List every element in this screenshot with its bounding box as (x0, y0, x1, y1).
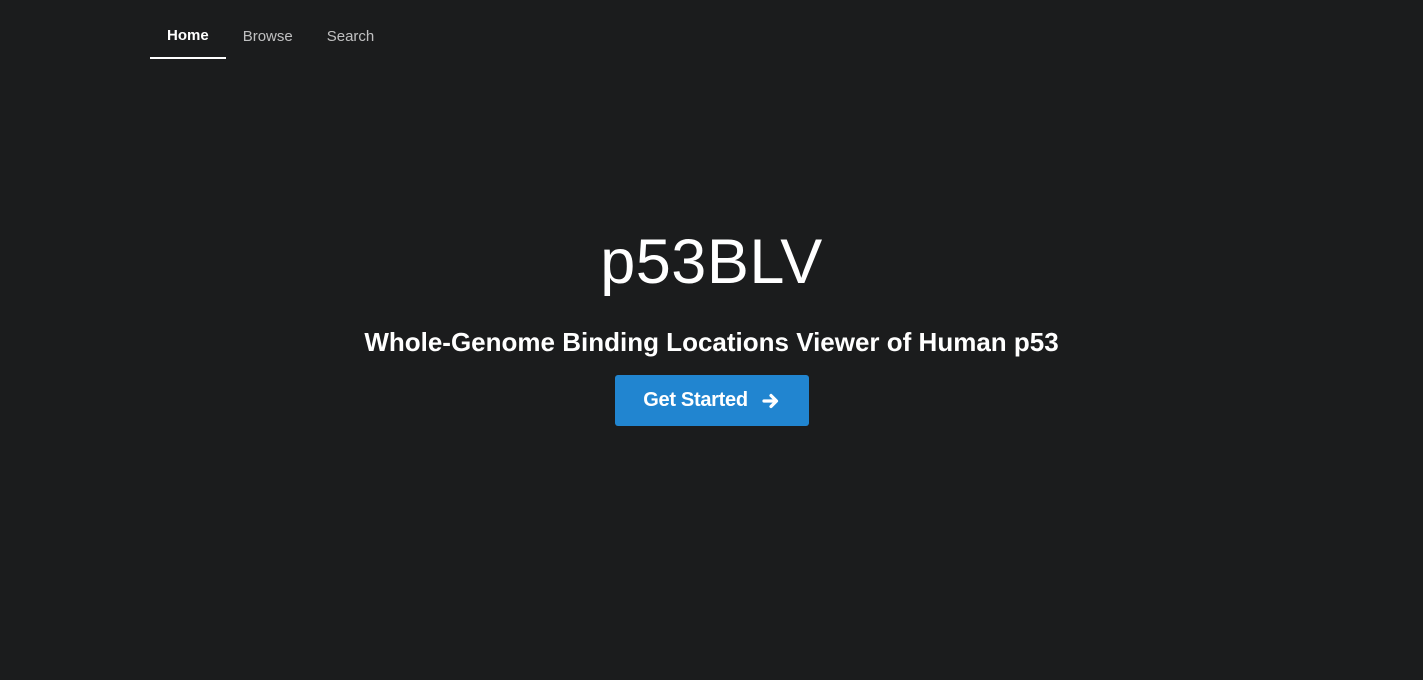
arrow-right-icon (762, 392, 780, 410)
nav-item-search[interactable]: Search (310, 14, 392, 59)
get-started-button[interactable]: Get Started (614, 375, 809, 426)
page: Home Browse Search p53BLV Whole-Genome B… (0, 0, 1423, 680)
nav-item-browse[interactable]: Browse (226, 14, 310, 59)
get-started-label: Get Started (643, 389, 748, 411)
page-subtitle: Whole-Genome Binding Locations Viewer of… (364, 327, 1059, 357)
page-title: p53BLV (600, 227, 823, 297)
nav-item-home[interactable]: Home (150, 14, 226, 59)
hero: p53BLV Whole-Genome Binding Locations Vi… (0, 222, 1423, 426)
top-nav: Home Browse Search (150, 14, 391, 59)
